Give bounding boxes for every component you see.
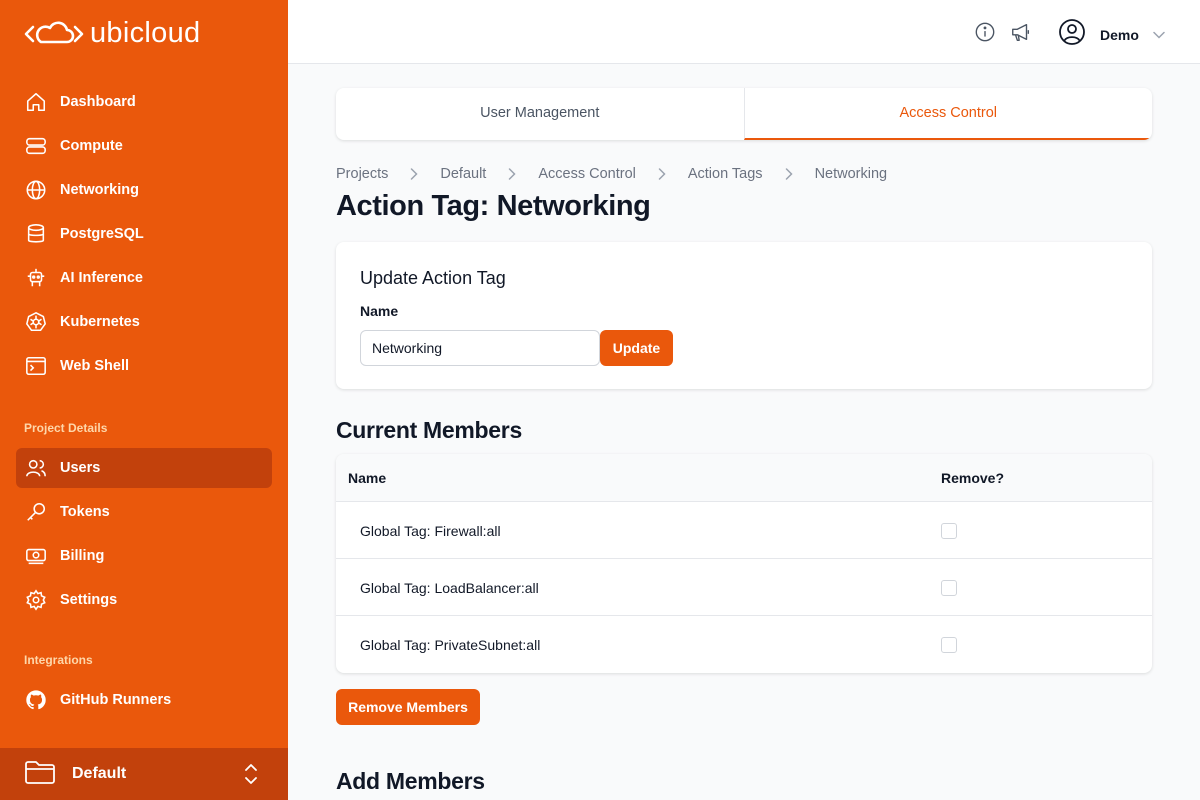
- main-content: User Management Access Control Projects …: [336, 88, 1152, 794]
- breadcrumb-networking[interactable]: Networking: [815, 166, 888, 182]
- tab-access-control[interactable]: Access Control: [743, 88, 1152, 140]
- megaphone-icon[interactable]: [1010, 21, 1032, 48]
- database-icon: [24, 222, 48, 246]
- integrations-nav: GitHub Runners: [16, 680, 272, 724]
- top-header: Demo: [288, 0, 1200, 64]
- breadcrumb: Projects Default Access Control Action T…: [336, 166, 887, 182]
- sidebar-item-users[interactable]: Users: [16, 448, 272, 488]
- chevron-down-icon: [1153, 26, 1165, 44]
- member-name: Global Tag: LoadBalancer:all: [360, 580, 539, 596]
- remove-members-button[interactable]: Remove Members: [336, 689, 480, 725]
- banknote-icon: [24, 544, 48, 568]
- sidebar-item-label: GitHub Runners: [60, 692, 172, 708]
- sidebar-item-label: PostgreSQL: [60, 226, 144, 242]
- table-header: Name Remove?: [336, 454, 1152, 502]
- project-nav: Users Tokens Billing Settings: [16, 448, 272, 624]
- members-table: Name Remove? Global Tag: Firewall:all Gl…: [336, 454, 1152, 673]
- sidebar-item-dashboard[interactable]: Dashboard: [16, 82, 272, 122]
- column-header-remove: Remove?: [941, 470, 1005, 486]
- users-icon: [24, 456, 48, 480]
- cloud-logo-icon: [24, 21, 84, 44]
- chevron-right-icon: [658, 168, 666, 180]
- update-button[interactable]: Update: [600, 330, 673, 366]
- breadcrumb-access-control[interactable]: Access Control: [538, 166, 636, 182]
- sidebar-item-postgresql[interactable]: PostgreSQL: [16, 214, 272, 254]
- table-row: Global Tag: Firewall:all: [336, 502, 1152, 559]
- server-icon: [24, 134, 48, 158]
- home-icon: [24, 90, 48, 114]
- user-circle-icon: [1058, 18, 1086, 51]
- sidebar-item-web-shell[interactable]: Web Shell: [16, 346, 272, 386]
- gear-icon: [24, 588, 48, 612]
- chevron-up-down-icon: [244, 762, 258, 791]
- brand-name: ubicloud: [90, 17, 201, 49]
- member-name: Global Tag: Firewall:all: [360, 523, 501, 539]
- section-title-project-details: Project Details: [24, 421, 108, 435]
- sidebar-item-settings[interactable]: Settings: [16, 580, 272, 620]
- member-name: Global Tag: PrivateSubnet:all: [360, 637, 541, 653]
- sidebar-item-tokens[interactable]: Tokens: [16, 492, 272, 532]
- chevron-right-icon: [785, 168, 793, 180]
- info-icon[interactable]: [974, 21, 996, 48]
- sidebar-item-label: Web Shell: [60, 358, 130, 374]
- name-input[interactable]: [360, 330, 600, 366]
- sidebar-item-label: Networking: [60, 182, 139, 198]
- card-title: Update Action Tag: [360, 268, 506, 288]
- sidebar-item-label: Users: [60, 460, 101, 476]
- breadcrumb-action-tags[interactable]: Action Tags: [688, 166, 763, 182]
- sidebar-item-label: Billing: [60, 548, 105, 564]
- sidebar-item-networking[interactable]: Networking: [16, 170, 272, 210]
- remove-checkbox[interactable]: [941, 523, 957, 539]
- github-icon: [24, 688, 48, 712]
- project-switcher-label: Default: [72, 765, 127, 782]
- sidebar-item-compute[interactable]: Compute: [16, 126, 272, 166]
- remove-checkbox[interactable]: [941, 580, 957, 596]
- sidebar-item-billing[interactable]: Billing: [16, 536, 272, 576]
- user-menu[interactable]: Demo: [1058, 18, 1165, 51]
- terminal-icon: [24, 354, 48, 378]
- tab-user-management[interactable]: User Management: [336, 88, 744, 140]
- current-members-title: Current Members: [336, 417, 522, 443]
- page-title: Action Tag: Networking: [336, 190, 651, 222]
- section-title-integrations: Integrations: [24, 653, 93, 667]
- project-switcher[interactable]: Default: [0, 748, 288, 800]
- sidebar: ubicloud Dashboard Compute Networking Po…: [0, 0, 288, 800]
- sidebar-item-ai-inference[interactable]: AI Inference: [16, 258, 272, 298]
- user-name: Demo: [1100, 26, 1139, 43]
- remove-checkbox[interactable]: [941, 637, 957, 653]
- sidebar-item-github-runners[interactable]: GitHub Runners: [16, 680, 272, 720]
- robot-icon: [24, 266, 48, 290]
- breadcrumb-projects[interactable]: Projects: [336, 166, 388, 182]
- key-icon: [24, 500, 48, 524]
- table-row: Global Tag: LoadBalancer:all: [336, 559, 1152, 616]
- sidebar-item-label: Tokens: [60, 504, 110, 520]
- sidebar-item-label: AI Inference: [60, 270, 143, 286]
- sidebar-item-label: Settings: [60, 592, 118, 608]
- ubicloud-logo[interactable]: ubicloud: [24, 16, 200, 50]
- table-row: Global Tag: PrivateSubnet:all: [336, 616, 1152, 673]
- sidebar-item-label: Dashboard: [60, 94, 136, 110]
- sidebar-item-kubernetes[interactable]: Kubernetes: [16, 302, 272, 342]
- name-label: Name: [360, 303, 399, 319]
- chevron-right-icon: [508, 168, 516, 180]
- folder-icon: [24, 759, 56, 790]
- globe-icon: [24, 178, 48, 202]
- update-action-tag-card: Update Action Tag Name Update: [336, 242, 1152, 389]
- breadcrumb-default[interactable]: Default: [440, 166, 486, 182]
- sidebar-item-label: Kubernetes: [60, 314, 140, 330]
- chevron-right-icon: [410, 168, 418, 180]
- main-nav: Dashboard Compute Networking PostgreSQL …: [16, 82, 272, 390]
- add-members-title: Add Members: [336, 768, 485, 794]
- sidebar-item-label: Compute: [60, 138, 123, 154]
- kubernetes-icon: [24, 310, 48, 334]
- column-header-name: Name: [348, 470, 387, 486]
- tab-bar: User Management Access Control: [336, 88, 1152, 140]
